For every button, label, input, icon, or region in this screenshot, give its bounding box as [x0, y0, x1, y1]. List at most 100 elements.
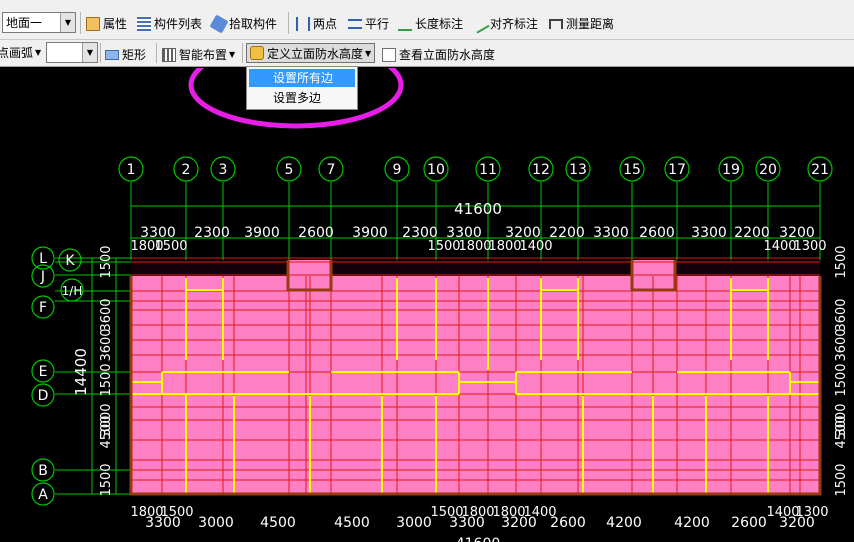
component-list-button[interactable]: 构件列表 [137, 15, 202, 32]
total-height-dim: 14400 [72, 348, 90, 396]
column-axis-bubble: 12 [528, 156, 554, 182]
row-axis-label: E [39, 364, 48, 380]
rectangle-button[interactable]: 矩形 [105, 46, 146, 63]
top-small-dim: 1400 [763, 239, 796, 254]
define-waterproof-height-button[interactable]: 定义立面防水高度 ▼ [246, 43, 376, 63]
column-axis-label: 9 [393, 162, 402, 178]
bottom-dim-text: 4500 [334, 515, 370, 531]
bottom-small-dim: 1800 [130, 505, 163, 520]
column-axis-bubble: 3 [210, 156, 236, 182]
two-point-button[interactable]: 两点 [296, 15, 337, 32]
column-axis-bubble: 7 [318, 156, 344, 182]
total-width-dim: 41600 [454, 200, 502, 218]
view-waterproof-height-button[interactable]: 查看立面防水高度 [382, 46, 495, 63]
bottom-small-dim: 1800 [461, 505, 494, 520]
floor-select[interactable]: 地面一 ▼ [2, 12, 76, 33]
column-axis-label: 2 [182, 162, 191, 178]
column-axis-bubble: 19 [718, 156, 744, 182]
bottom-dim-text: 4200 [606, 515, 642, 531]
draw-option-select[interactable]: ▼ [46, 42, 98, 63]
row-axis-label: J [40, 269, 45, 285]
row-axis-bubble: A [31, 482, 55, 506]
top-dim-text: 2200 [549, 225, 585, 241]
top-small-dim: 1500 [427, 239, 460, 254]
chevron-down-icon: ▼ [60, 13, 75, 32]
row-axis-label: K [65, 253, 75, 269]
menu-item-set-all-edges[interactable]: 设置所有边 [249, 69, 355, 87]
chevron-down-icon: ▼ [229, 50, 236, 59]
top-dim-text: 2600 [298, 225, 334, 241]
right-dim-text: 3000 [834, 403, 849, 436]
column-axis-label: 5 [285, 162, 294, 178]
smart-layout-button[interactable]: 智能布置 ▼ [162, 46, 235, 63]
parallel-icon [348, 18, 362, 29]
row-axis-bubble: L [31, 246, 55, 270]
top-dim-text: 3900 [352, 225, 388, 241]
align-dimension-button[interactable]: 对齐标注 [470, 13, 538, 34]
column-axis-label: 17 [668, 162, 686, 178]
parallel-button[interactable]: 平行 [348, 15, 389, 32]
column-axis-bubble: 13 [565, 156, 591, 182]
row-axis-label: F [39, 300, 47, 316]
main-toolbar: 地面一 ▼ 属性 构件列表 拾取构件 两点 平行 长度标注 对齐标注 测量距离 [0, 0, 854, 40]
list-icon [137, 16, 151, 31]
top-dim-text: 3300 [593, 225, 629, 241]
row-axis-bubble: E [31, 359, 55, 383]
top-small-dim: 1500 [154, 239, 187, 254]
pick-component-button[interactable]: 拾取构件 [209, 13, 277, 34]
row-axis-bubble: K [58, 248, 82, 272]
column-axis-label: 21 [811, 162, 829, 178]
column-axis-label: 20 [759, 162, 777, 178]
top-dim-text: 3300 [691, 225, 727, 241]
measure-distance-button[interactable]: 测量距离 [549, 15, 614, 32]
dimension-icon [398, 17, 412, 31]
waterproof-height-dropdown: 设置所有边 设置多边 [246, 66, 358, 110]
properties-button[interactable]: 属性 [86, 15, 127, 32]
toolbar-separator [100, 43, 101, 63]
bottom-dim-text: 4500 [260, 515, 296, 531]
row-axis-label: 1/H [62, 284, 83, 298]
left-dim-text: 3600 [99, 328, 114, 361]
column-axis-label: 11 [479, 162, 497, 178]
toolbar-separator [288, 12, 289, 34]
right-dim-text: 1500 [834, 245, 849, 278]
row-axis-bubble: J [31, 264, 55, 288]
right-dim-text: 3600 [834, 328, 849, 361]
toolbar-separator [242, 43, 243, 63]
column-axis-label: 13 [569, 162, 587, 178]
column-axis-label: 15 [623, 162, 641, 178]
bottom-small-dim: 1500 [430, 505, 463, 520]
top-small-dim: 1400 [519, 239, 552, 254]
row-axis-label: B [38, 463, 48, 479]
row-axis-bubble: F [31, 295, 55, 319]
column-axis-label: 12 [532, 162, 550, 178]
row-axis-bubble: B [31, 458, 55, 482]
column-axis-label: 19 [722, 162, 740, 178]
row-axis-label: D [38, 388, 49, 404]
bottom-small-dim: 1300 [795, 505, 828, 520]
chevron-down-icon: ▼ [82, 43, 97, 62]
draw-toolbar: 点画弧 ▼ ▼ 矩形 智能布置 ▼ 定义立面防水高度 ▼ 查看立面防水高度 [0, 40, 854, 67]
bottom-dim-text: 3000 [396, 515, 432, 531]
cad-drawing-canvas[interactable]: 1 2 3 5 7 9 10 11 12 13 15 17 19 20 21L KJ1/HFEDBA 4160… [0, 68, 854, 542]
chevron-down-icon: ▼ [35, 48, 42, 57]
left-dim-text: 1500 [99, 463, 114, 496]
left-dim-text: 3600 [99, 298, 114, 331]
right-dim-text: 1500 [834, 463, 849, 496]
top-dim-text: 3900 [244, 225, 280, 241]
top-dim-text: 2300 [194, 225, 230, 241]
top-small-dim: 1800 [488, 239, 521, 254]
row-axis-bubble: D [31, 383, 55, 407]
menu-item-set-multiple-edges[interactable]: 设置多边 [249, 89, 355, 107]
column-axis-bubble: 15 [619, 156, 645, 182]
row-axis-label: A [38, 487, 48, 503]
column-axis-label: 3 [219, 162, 228, 178]
bottom-small-dim: 1400 [523, 505, 556, 520]
properties-icon [86, 16, 100, 31]
column-axis-bubble: 20 [755, 156, 781, 182]
length-dimension-button[interactable]: 长度标注 [398, 15, 463, 32]
right-dim-text: 1500 [834, 363, 849, 396]
row-axis-bubble: 1/H [60, 278, 84, 302]
measure-icon [549, 18, 563, 29]
draw-mode-select: 点画弧 ▼ [0, 46, 42, 60]
